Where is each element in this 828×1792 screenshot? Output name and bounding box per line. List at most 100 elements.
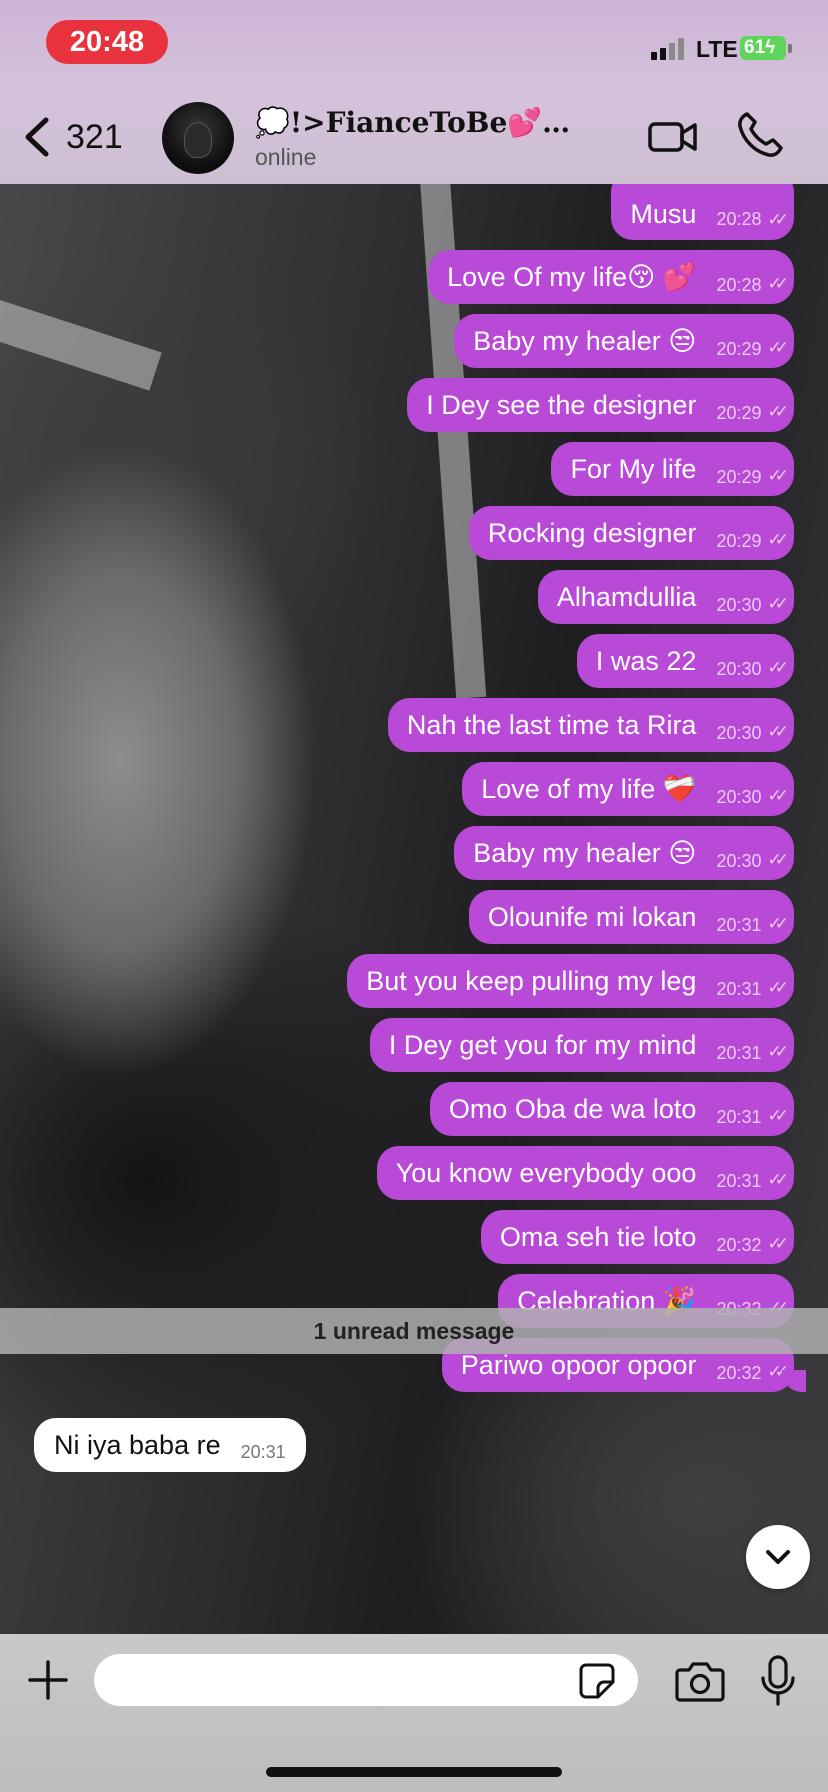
message-text: Baby my healer 😒: [473, 325, 697, 356]
message-text: I Dey see the designer: [426, 389, 697, 420]
message-text: For My life: [570, 453, 697, 484]
double-check-icon: ✓✓: [767, 1362, 789, 1381]
outgoing-message[interactable]: Baby my healer 😒 20:29 ✓✓: [454, 314, 794, 368]
double-check-icon: ✓✓: [767, 914, 789, 933]
sticker-icon[interactable]: [578, 1662, 616, 1700]
message-input[interactable]: [94, 1654, 638, 1706]
message-text: Nah the last time ta Rira: [406, 709, 697, 740]
microphone-icon[interactable]: [758, 1654, 798, 1708]
unread-divider: 1 unread message: [0, 1308, 828, 1354]
charging-bolt-icon: ϟ: [765, 37, 776, 58]
scroll-to-bottom-button[interactable]: [746, 1525, 810, 1589]
outgoing-message[interactable]: Love of my life ❤️‍🩹 20:30 ✓✓: [462, 762, 794, 816]
message-text: Ni iya baba re: [54, 1429, 221, 1460]
message-time: 20:30: [716, 786, 762, 807]
outgoing-message[interactable]: Love Of my life😚 💕 20:28 ✓✓: [428, 250, 794, 304]
double-check-icon: ✓✓: [767, 338, 789, 357]
double-check-icon: ✓✓: [767, 274, 789, 293]
message-time: 20:29: [716, 530, 762, 551]
message-text: Olounife mi lokan: [487, 901, 697, 932]
outgoing-message[interactable]: I Dey get you for my mind 20:31 ✓✓: [369, 1018, 794, 1072]
camera-icon[interactable]: [675, 1660, 725, 1702]
message-time: 20:31: [716, 1042, 762, 1063]
composer-bar: [0, 1634, 828, 1792]
message-time: 20:30: [716, 658, 762, 679]
phone-icon[interactable]: [735, 110, 785, 160]
contact-name[interactable]: 💭!>FianceToBe💕 🫢 ...: [255, 106, 575, 139]
outgoing-message[interactable]: Omo Oba de wa loto 20:31 ✓✓: [429, 1082, 794, 1136]
back-button[interactable]: 321: [20, 110, 123, 164]
message-time: 20:29: [716, 402, 762, 423]
message-text: You know everybody ooo: [395, 1157, 697, 1188]
outgoing-message[interactable]: Baby my healer 😒 20:30 ✓✓: [454, 826, 794, 880]
contact-avatar[interactable]: [162, 102, 234, 174]
message-time: 20:30: [716, 850, 762, 871]
outgoing-message[interactable]: Oma seh tie loto 20:32 ✓✓: [480, 1210, 794, 1264]
outgoing-message[interactable]: Rocking designer 20:29 ✓✓: [468, 506, 794, 560]
message-time: 20:31: [240, 1441, 286, 1462]
message-text: Love Of my life😚 💕: [447, 262, 697, 292]
outgoing-message[interactable]: Nah the last time ta Rira 20:30 ✓✓: [387, 698, 794, 752]
message-text: Oma seh tie loto: [499, 1221, 697, 1252]
outgoing-message[interactable]: Alhamdullia 20:30 ✓✓: [537, 570, 794, 624]
incoming-message[interactable]: Ni iya baba re 20:31: [34, 1418, 306, 1472]
back-chevron-icon: [25, 117, 49, 157]
message-time: 20:31: [716, 914, 762, 935]
message-time: 20:30: [716, 594, 762, 615]
contact-status: online: [255, 144, 317, 170]
message-time: 20:29: [716, 466, 762, 487]
double-check-icon: ✓✓: [767, 786, 789, 805]
battery-level: 61: [744, 37, 766, 58]
double-check-icon: ✓✓: [767, 722, 789, 741]
chat-header: 321 💭!>FianceToBe💕 🫢 ... online: [0, 90, 828, 184]
double-check-icon: ✓✓: [767, 658, 789, 677]
double-check-icon: ✓✓: [767, 978, 789, 997]
network-type: LTE: [696, 36, 738, 62]
message-list[interactable]: Musu 20:28 ✓✓ Love Of my life😚 💕 20:28 ✓…: [0, 184, 828, 1634]
message-text: But you keep pulling my leg: [366, 965, 697, 996]
outgoing-message[interactable]: Musu 20:28 ✓✓: [611, 184, 794, 240]
chevron-down-icon: [766, 1550, 790, 1564]
signal-strength-icon: [651, 36, 691, 60]
double-check-icon: ✓✓: [767, 210, 789, 229]
outgoing-message[interactable]: I was 22 20:30 ✓✓: [576, 634, 794, 688]
message-text: Baby my healer 😒: [473, 837, 697, 868]
status-bar: 20:48 LTE 61ϟ: [0, 0, 828, 90]
double-check-icon: ✓✓: [767, 466, 789, 485]
message-time: 20:28: [716, 209, 762, 229]
message-time: 20:32: [716, 1234, 762, 1255]
double-check-icon: ✓✓: [767, 1234, 789, 1253]
message-time: 20:31: [716, 978, 762, 999]
message-time: 20:28: [716, 274, 762, 295]
message-time: 20:29: [716, 338, 762, 359]
message-time: 20:32: [716, 1362, 762, 1383]
double-check-icon: ✓✓: [767, 530, 789, 549]
message-text: Musu: [630, 199, 697, 229]
message-text: Alhamdullia: [556, 581, 697, 612]
outgoing-message[interactable]: But you keep pulling my leg 20:31 ✓✓: [347, 954, 794, 1008]
message-text: I was 22: [595, 645, 697, 676]
double-check-icon: ✓✓: [767, 594, 789, 613]
battery-indicator: 61ϟ: [740, 36, 786, 60]
double-check-icon: ✓✓: [767, 402, 789, 421]
message-text: Omo Oba de wa loto: [448, 1093, 697, 1124]
double-check-icon: ✓✓: [767, 1170, 789, 1189]
message-time: 20:30: [716, 722, 762, 743]
battery-cap: [788, 44, 792, 53]
unread-chats-count: 321: [66, 117, 123, 156]
double-check-icon: ✓✓: [767, 850, 789, 869]
bubble-tail: [782, 1370, 806, 1392]
home-indicator: [266, 1767, 562, 1777]
video-call-icon[interactable]: [648, 116, 698, 156]
outgoing-message[interactable]: You know everybody ooo 20:31 ✓✓: [376, 1146, 794, 1200]
outgoing-message[interactable]: I Dey see the designer 20:29 ✓✓: [407, 378, 794, 432]
outgoing-message[interactable]: Olounife mi lokan 20:31 ✓✓: [468, 890, 794, 944]
status-time: 20:48: [46, 20, 168, 64]
plus-icon[interactable]: [26, 1658, 70, 1702]
message-text: Rocking designer: [487, 517, 697, 548]
double-check-icon: ✓✓: [767, 1106, 789, 1125]
message-text: I Dey get you for my mind: [388, 1029, 697, 1060]
outgoing-message[interactable]: For My life 20:29 ✓✓: [551, 442, 794, 496]
message-time: 20:31: [716, 1106, 762, 1127]
message-text: Pariwo opoor opoor: [460, 1349, 697, 1380]
